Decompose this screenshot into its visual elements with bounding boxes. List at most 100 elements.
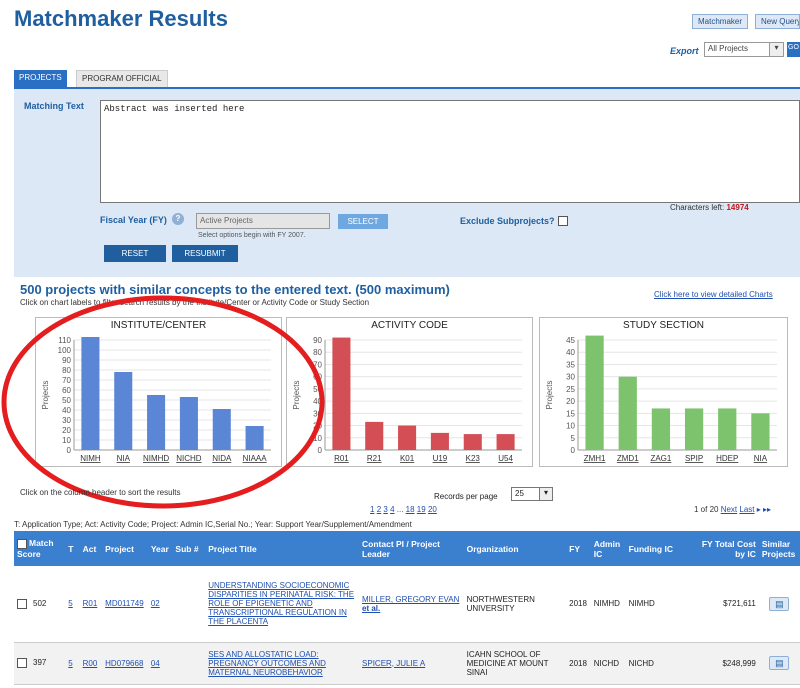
last-page-link[interactable]: Last (739, 505, 754, 514)
x-tick-label[interactable]: HDEP (716, 454, 738, 463)
page-link[interactable]: 3 (383, 505, 387, 514)
row-similar-cell: ▤ (758, 642, 800, 685)
col-sub[interactable]: Sub # (172, 531, 206, 566)
col-contact-pi[interactable]: Contact PI / Project Leader (359, 531, 464, 566)
row-similar-cell: ▤ (758, 566, 800, 643)
annotation-ellipse (1, 295, 325, 509)
row-year[interactable]: 04 (147, 642, 173, 685)
chart-study-section: STUDY SECTION 0 5 10 15 20 25 30 35 40 45 Projects… (539, 317, 788, 467)
col-act[interactable]: Act (79, 531, 103, 566)
col-admin-ic[interactable]: Admin IC (590, 531, 626, 566)
x-tick-label[interactable]: SPIP (685, 454, 703, 463)
row-project[interactable]: MD011749 (102, 566, 148, 643)
resubmit-button[interactable]: RESUBMIT (172, 245, 238, 262)
page-link[interactable]: 2 (377, 505, 381, 514)
x-tick-label[interactable]: U54 (498, 454, 513, 463)
abstract-textarea[interactable]: Abstract was inserted here (100, 100, 800, 203)
tab-program-official[interactable]: PROGRAM OFFICIAL (76, 70, 168, 87)
go-button[interactable]: GO (787, 42, 800, 57)
help-icon[interactable]: ? (172, 213, 184, 225)
row-cost: $721,611 (693, 566, 759, 643)
bar (718, 408, 737, 450)
y-tick-label: 45 (566, 336, 575, 345)
col-match-score[interactable]: Match Score (14, 531, 66, 566)
col-similar-projects[interactable]: Similar Projects (758, 531, 800, 566)
bar (684, 408, 704, 450)
row-pi-etal[interactable]: et al. (362, 604, 380, 613)
row-title[interactable]: UNDERSTANDING SOCIOECONOMIC DISPARITIES … (205, 566, 360, 643)
row-admin-ic: NICHD (590, 642, 626, 685)
y-tick-label: 40 (566, 348, 575, 357)
col-funding-ic[interactable]: Funding IC (625, 531, 694, 566)
row-title[interactable]: SES AND ALLOSTATIC LOAD: PREGNANCY OUTCO… (205, 642, 360, 685)
x-tick-label[interactable]: R01 (334, 454, 349, 463)
page-link[interactable]: 4 (390, 505, 394, 514)
y-tick-label: 5 (571, 434, 576, 443)
row-activity[interactable]: R00 (79, 642, 103, 685)
similar-projects-icon[interactable]: ▤ (769, 656, 790, 670)
detailed-charts-link[interactable]: Click here to view detailed Charts (654, 290, 773, 299)
matchmaker-button[interactable]: Matchmaker (692, 14, 749, 29)
similar-projects-icon[interactable]: ▤ (769, 596, 790, 611)
pager: 1 2 3 4 ... 18 19 20 (370, 505, 437, 514)
x-tick-label[interactable]: R21 (367, 454, 382, 463)
reset-button[interactable]: RESET (104, 245, 166, 262)
bar (585, 335, 604, 450)
x-tick-label[interactable]: ZMD1 (617, 454, 639, 463)
row-type[interactable]: 5 (65, 566, 80, 643)
row-activity[interactable]: R01 (79, 566, 103, 643)
bar (398, 425, 417, 450)
fiscal-year-input[interactable]: Active Projects (196, 213, 330, 229)
col-project-title[interactable]: Project Title (205, 531, 360, 566)
col-t[interactable]: T (65, 531, 80, 566)
col-organization[interactable]: Organization (463, 531, 567, 566)
fiscal-year-hint: Select options begin with FY 2007. (198, 232, 306, 239)
y-axis-label: Projects (545, 381, 554, 410)
row-project[interactable]: HD079668 (102, 642, 148, 685)
pager-status-text: 1 of 20 (694, 505, 719, 514)
bar (430, 432, 449, 450)
row-checkbox[interactable] (17, 598, 27, 609)
select-all-checkbox[interactable] (17, 538, 27, 549)
y-tick-label: 15 (566, 409, 575, 418)
page-link[interactable]: 19 (417, 505, 426, 514)
x-tick-label[interactable]: NIA (754, 454, 768, 463)
x-tick-label[interactable]: ZAG1 (650, 454, 671, 463)
bar (463, 434, 482, 450)
page-ellipsis: ... (396, 505, 404, 514)
col-year[interactable]: Year (147, 531, 173, 566)
table-row: 502 5 R01 MD011749 02 UNDERSTANDING SOCI… (14, 566, 800, 643)
last-arrow-icon[interactable]: ▸▸ (763, 505, 771, 514)
records-per-page-value: 25 (515, 489, 524, 498)
page-link[interactable]: 1 (370, 505, 374, 514)
row-organization: ICAHN SCHOOL OF MEDICINE AT MOUNT SINAI (463, 642, 567, 685)
page-link[interactable]: 18 (406, 505, 415, 514)
exclude-subprojects-checkbox[interactable] (558, 216, 568, 226)
x-tick-label[interactable]: K23 (466, 454, 481, 463)
export-label: Export (670, 46, 699, 56)
table-header-row: Match Score T Act Project Year Sub # Pro… (14, 531, 800, 566)
tab-projects[interactable]: PROJECTS (14, 70, 67, 87)
col-project[interactable]: Project (102, 531, 148, 566)
row-fy: 2018 (566, 642, 591, 685)
x-tick-label[interactable]: U19 (433, 454, 448, 463)
characters-left-label: Characters left: (670, 203, 725, 212)
page-link[interactable]: 20 (428, 505, 437, 514)
new-query-button[interactable]: New Query (755, 14, 800, 29)
next-arrow-icon[interactable]: ▸ (757, 505, 761, 514)
bar (496, 434, 515, 450)
row-type[interactable]: 5 (65, 642, 80, 685)
next-page-link[interactable]: Next (721, 505, 737, 514)
col-fy[interactable]: FY (566, 531, 591, 566)
row-pi[interactable]: SPICER, JULIE A (362, 659, 425, 668)
row-pi[interactable]: MILLER, GREGORY EVAN (362, 595, 459, 604)
export-select[interactable]: All Projects ▾ (704, 42, 784, 57)
exclude-subprojects-label: Exclude Subprojects? (460, 216, 555, 226)
select-button[interactable]: SELECT (338, 214, 388, 229)
x-tick-label[interactable]: ZMH1 (584, 454, 606, 463)
x-tick-label[interactable]: K01 (400, 454, 415, 463)
records-per-page-select[interactable]: 25 ▾ (511, 487, 553, 501)
col-fy-total-cost[interactable]: FY Total Cost by IC (693, 531, 759, 566)
row-year[interactable]: 02 (147, 566, 173, 643)
row-checkbox[interactable] (17, 658, 27, 668)
